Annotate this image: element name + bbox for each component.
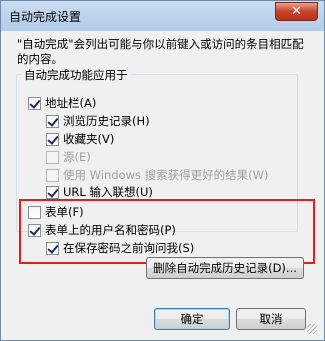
close-icon: ✕ [291, 4, 302, 19]
title-bar: 自动完成设置 ✕ [1, 1, 324, 31]
checkbox-address-bar[interactable]: 地址栏(A) [28, 95, 96, 111]
checkbox-label: 浏览历史记录(H) [63, 114, 150, 128]
close-button[interactable]: ✕ [275, 2, 318, 21]
checkbox-box[interactable] [28, 205, 41, 219]
checkbox-forms[interactable]: 表单(F) [28, 204, 84, 220]
checkbox-favorites[interactable]: 收藏夹(V) [46, 131, 114, 147]
cancel-button[interactable]: 取消 [236, 308, 306, 330]
checkbox-box [46, 150, 59, 164]
description-text: "自动完成"会列出可能与你以前键入或访问的条目相匹配的内容。 [17, 37, 304, 66]
autocomplete-settings-dialog: 自动完成设置 ✕ "自动完成"会列出可能与你以前键入或访问的条目相匹配的内容。 … [0, 0, 325, 341]
checkbox-browsing-history[interactable]: 浏览历史记录(H) [46, 113, 150, 129]
delete-autocomplete-history-button[interactable]: 删除自动完成历史记录(D)... [146, 257, 304, 279]
checkbox-label: 源(E) [63, 150, 91, 164]
checkbox-label: 地址栏(A) [45, 96, 97, 110]
checkbox-box[interactable] [46, 241, 59, 255]
checkbox-label: 表单(F) [45, 205, 84, 219]
checkbox-box[interactable] [46, 132, 59, 146]
window-title: 自动完成设置 [9, 10, 82, 24]
checkbox-label: 表单上的用户名和密码(P) [45, 223, 176, 237]
checkbox-box[interactable] [28, 223, 41, 237]
dialog-body: "自动完成"会列出可能与你以前键入或访问的条目相匹配的内容。 自动完成功能应用于… [6, 31, 319, 336]
checkbox-label: 使用 Windows 搜索获得更好的结果(W) [63, 168, 269, 182]
checkbox-ask-before-saving[interactable]: 在保存密码之前询问我(S) [46, 240, 194, 256]
checkbox-windows-search: 使用 Windows 搜索获得更好的结果(W) [46, 167, 269, 183]
checkbox-feeds: 源(E) [46, 149, 91, 165]
checkbox-url-suggestions[interactable]: URL 输入联想(U) [46, 184, 153, 200]
checkbox-label: 收藏夹(V) [63, 132, 115, 146]
group-label: 自动完成功能应用于 [21, 67, 131, 83]
checkbox-box [46, 168, 59, 182]
checkbox-label: 在保存密码之前询问我(S) [63, 241, 195, 255]
checkbox-form-usernames-passwords[interactable]: 表单上的用户名和密码(P) [28, 222, 176, 238]
resize-grip-icon[interactable] [307, 324, 317, 334]
checkbox-box[interactable] [28, 96, 41, 110]
checkbox-box[interactable] [46, 114, 59, 128]
checkbox-box[interactable] [46, 185, 59, 199]
ok-button[interactable]: 确定 [154, 308, 230, 330]
checkbox-label: URL 输入联想(U) [63, 185, 153, 199]
